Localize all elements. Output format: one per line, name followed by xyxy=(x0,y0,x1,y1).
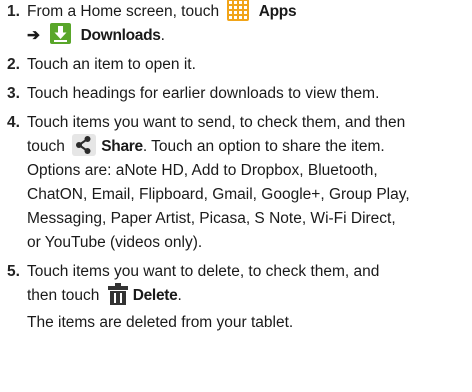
step-1-line-2: ➔ Downloads. xyxy=(27,23,472,48)
step-note: The items are deleted from your tablet. xyxy=(27,314,294,331)
step-text: Messaging, Paper Artist, Picasa, S Note,… xyxy=(27,210,396,227)
arrow-icon: ➔ xyxy=(27,27,40,44)
step-5: 5. Touch items you want to delete, to ch… xyxy=(0,260,472,335)
step-2: 2. Touch an item to open it. xyxy=(0,53,472,77)
step-text: From a Home screen, touch xyxy=(27,3,220,20)
step-text: or YouTube (videos only). xyxy=(27,234,203,251)
step-text: Touch items you want to delete, to check… xyxy=(27,263,380,280)
downloads-label: Downloads xyxy=(80,27,161,44)
trash-icon xyxy=(107,282,128,305)
step-text: touch xyxy=(27,138,65,155)
step-text: then touch xyxy=(27,287,100,304)
step-text: Touch an item to open it. xyxy=(27,56,196,73)
step-4-line-2: touch Share. Touch an option to share th… xyxy=(27,133,472,159)
step-number: 2. xyxy=(7,56,20,73)
instruction-steps: 1. From a Home screen, touch Apps ➔ Down… xyxy=(0,0,472,335)
step-text: Touch items you want to send, to check t… xyxy=(27,114,406,131)
step-number: 1. xyxy=(7,3,20,20)
apps-label: Apps xyxy=(258,3,297,20)
share-icon xyxy=(72,133,97,156)
apps-grid-icon xyxy=(227,0,250,21)
step-number: 5. xyxy=(7,263,20,280)
step-text: Touch headings for earlier downloads to … xyxy=(27,85,380,102)
step-number: 4. xyxy=(7,114,20,131)
step-5-line-2: then touch Delete. xyxy=(27,282,472,308)
step-text: . xyxy=(177,287,182,304)
download-arrow-icon xyxy=(50,23,72,45)
delete-label: Delete xyxy=(132,287,178,304)
step-1: 1. From a Home screen, touch Apps ➔ Down… xyxy=(0,0,472,48)
step-number: 3. xyxy=(7,85,20,102)
step-text: . Touch an option to share the item. xyxy=(142,138,385,155)
step-1-line-1: From a Home screen, touch Apps xyxy=(27,0,472,24)
step-4: 4. Touch items you want to send, to chec… xyxy=(0,111,472,255)
share-label: Share xyxy=(101,138,143,155)
step-text: ChatON, Email, Flipboard, Gmail, Google+… xyxy=(27,186,410,203)
step-text: . xyxy=(160,27,165,44)
step-text: Options are: aNote HD, Add to Dropbox, B… xyxy=(27,162,378,179)
step-3: 3. Touch headings for earlier downloads … xyxy=(0,82,472,106)
